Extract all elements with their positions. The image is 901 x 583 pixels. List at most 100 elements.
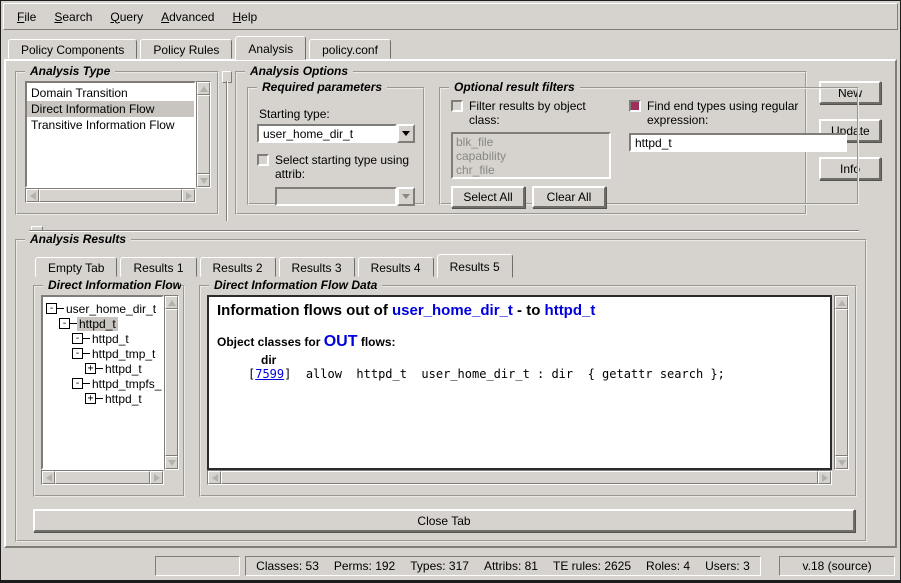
results-pane-sash[interactable] <box>15 225 889 237</box>
attrib-combobox[interactable] <box>275 187 415 206</box>
regex-input[interactable] <box>629 133 847 152</box>
tab-policy-components[interactable]: Policy Components <box>8 39 137 59</box>
flow-data-text[interactable]: Information flows out of user_home_dir_t… <box>207 295 832 470</box>
flow-tree[interactable]: -user_home_dir_t -httpd_t -httpd_t -http… <box>41 295 164 470</box>
tree-node[interactable]: -httpd_t <box>44 316 161 331</box>
flow-tree-vscrollbar[interactable] <box>164 295 179 470</box>
menu-query[interactable]: Query <box>101 7 152 27</box>
tab-results-1[interactable]: Results 1 <box>120 257 196 277</box>
combo-dropdown-button[interactable] <box>397 124 415 143</box>
object-class-list[interactable]: blk_file capability chr_file <box>451 132 611 179</box>
tree-node-label[interactable]: httpd_t <box>77 317 118 331</box>
scroll-down-icon[interactable] <box>835 456 848 469</box>
scroll-left-icon[interactable] <box>26 189 39 202</box>
menu-advanced[interactable]: Advanced <box>152 7 223 27</box>
analysis-tab-panel: Analysis Type Domain Transition Direct I… <box>4 59 897 548</box>
tree-expander-icon[interactable]: + <box>85 393 96 404</box>
scroll-up-icon[interactable] <box>165 296 178 309</box>
tab-empty-tab[interactable]: Empty Tab <box>35 257 117 277</box>
tree-expander-icon[interactable]: - <box>72 333 83 344</box>
tab-analysis[interactable]: Analysis <box>235 36 306 60</box>
attrib-value[interactable] <box>275 187 397 206</box>
filter-by-class-checkbox[interactable] <box>451 100 463 112</box>
object-class-item[interactable]: capability <box>456 149 606 163</box>
menu-file[interactable]: File <box>8 7 45 27</box>
list-item-transitive-information-flow[interactable]: Transitive Information Flow <box>27 117 194 133</box>
scroll-down-icon[interactable] <box>197 174 210 187</box>
tree-node[interactable]: -httpd_tmpfs_ <box>44 376 161 391</box>
optional-result-filters-group: Optional result filters Filter results b… <box>439 87 859 205</box>
analysis-type-list[interactable]: Domain Transition Direct Information Flo… <box>25 81 196 188</box>
flow-data-vscrollbar[interactable] <box>834 295 849 470</box>
object-class-item[interactable]: chr_file <box>456 163 606 177</box>
tab-results-2[interactable]: Results 2 <box>200 257 276 277</box>
tree-node-label[interactable]: httpd_t <box>103 362 144 376</box>
regex-checkbox[interactable] <box>629 100 641 112</box>
tree-expander-icon[interactable]: - <box>59 318 70 329</box>
tree-node-label[interactable]: httpd_t <box>90 332 131 346</box>
tree-node-label[interactable]: user_home_dir_t <box>64 302 158 316</box>
flow-data-title: Direct Information Flow Data <box>209 278 382 292</box>
attrib-checkbox-row[interactable]: Select starting type using attrib: <box>257 153 415 181</box>
menu-search[interactable]: Search <box>45 7 101 27</box>
policy-version: v.18 (source) <box>779 556 895 576</box>
tree-node-label[interactable]: httpd_tmp_t <box>90 347 157 361</box>
tree-node[interactable]: -httpd_t <box>44 331 161 346</box>
scroll-thumb[interactable] <box>197 95 210 174</box>
scroll-thumb[interactable] <box>165 309 178 456</box>
tree-node[interactable]: + httpd_t <box>44 361 161 376</box>
tree-node[interactable]: + httpd_t <box>44 391 161 406</box>
scroll-left-icon[interactable] <box>208 471 221 484</box>
tree-expander-icon[interactable]: - <box>72 378 83 389</box>
tab-results-3[interactable]: Results 3 <box>279 257 355 277</box>
tab-results-5[interactable]: Results 5 <box>437 254 513 278</box>
tree-expander-icon[interactable]: - <box>46 303 57 314</box>
top-pane-sash[interactable] <box>219 71 235 223</box>
list-item-domain-transition[interactable]: Domain Transition <box>27 85 194 101</box>
starting-type-combobox[interactable]: user_home_dir_t <box>257 124 415 143</box>
tree-node[interactable]: -user_home_dir_t <box>44 301 161 316</box>
tree-expander-icon[interactable]: + <box>85 363 96 374</box>
select-all-button[interactable]: Select All <box>451 186 525 208</box>
scroll-thumb[interactable] <box>835 309 848 456</box>
scroll-thumb[interactable] <box>221 471 818 484</box>
status-empty-box <box>155 556 240 576</box>
te-rule-line: [7599] allow httpd_t user_home_dir_t : d… <box>248 367 822 381</box>
flow-tree-hscrollbar[interactable] <box>41 470 164 485</box>
starting-type-value[interactable]: user_home_dir_t <box>257 124 397 143</box>
list-item-direct-information-flow[interactable]: Direct Information Flow <box>27 101 194 117</box>
scroll-right-icon[interactable] <box>182 189 195 202</box>
scroll-up-icon[interactable] <box>835 296 848 309</box>
regex-checkbox-row[interactable]: Find end types using regular expression: <box>629 99 819 127</box>
stat-types: Types: 317 <box>410 559 469 573</box>
tab-policy-conf[interactable]: policy.conf <box>309 39 391 59</box>
tree-node-label[interactable]: httpd_tmpfs_ <box>90 377 163 391</box>
tree-expander-icon[interactable]: - <box>72 348 83 359</box>
clear-all-button[interactable]: Clear All <box>532 186 606 208</box>
rule-number-link[interactable]: 7599 <box>255 367 284 381</box>
stat-users: Users: 3 <box>705 559 750 573</box>
scroll-up-icon[interactable] <box>197 82 210 95</box>
menu-help[interactable]: Help <box>223 7 266 27</box>
tab-policy-rules[interactable]: Policy Rules <box>140 39 232 59</box>
filter-by-class-row[interactable]: Filter results by object class: <box>451 99 611 127</box>
scroll-right-icon[interactable] <box>818 471 831 484</box>
analysis-type-vscrollbar[interactable] <box>196 81 211 188</box>
tree-node[interactable]: -httpd_tmp_t <box>44 346 161 361</box>
flow-data-hscrollbar[interactable] <box>207 470 832 485</box>
combo-dropdown-button[interactable] <box>397 187 415 206</box>
scroll-thumb[interactable] <box>55 471 150 484</box>
object-class-item[interactable]: blk_file <box>456 135 606 149</box>
scroll-down-icon[interactable] <box>165 456 178 469</box>
main-tab-bar: Policy Components Policy Rules Analysis … <box>1 30 900 59</box>
close-tab-button[interactable]: Close Tab <box>33 509 855 532</box>
analysis-type-hscrollbar[interactable] <box>25 188 196 203</box>
scroll-thumb[interactable] <box>39 189 182 202</box>
scroll-left-icon[interactable] <box>42 471 55 484</box>
scroll-right-icon[interactable] <box>150 471 163 484</box>
tree-node-label[interactable]: httpd_t <box>103 392 144 406</box>
tab-results-4[interactable]: Results 4 <box>358 257 434 277</box>
attrib-checkbox[interactable] <box>257 154 269 166</box>
source-type: user_home_dir_t <box>392 302 513 319</box>
stat-classes: Classes: 53 <box>256 559 319 573</box>
